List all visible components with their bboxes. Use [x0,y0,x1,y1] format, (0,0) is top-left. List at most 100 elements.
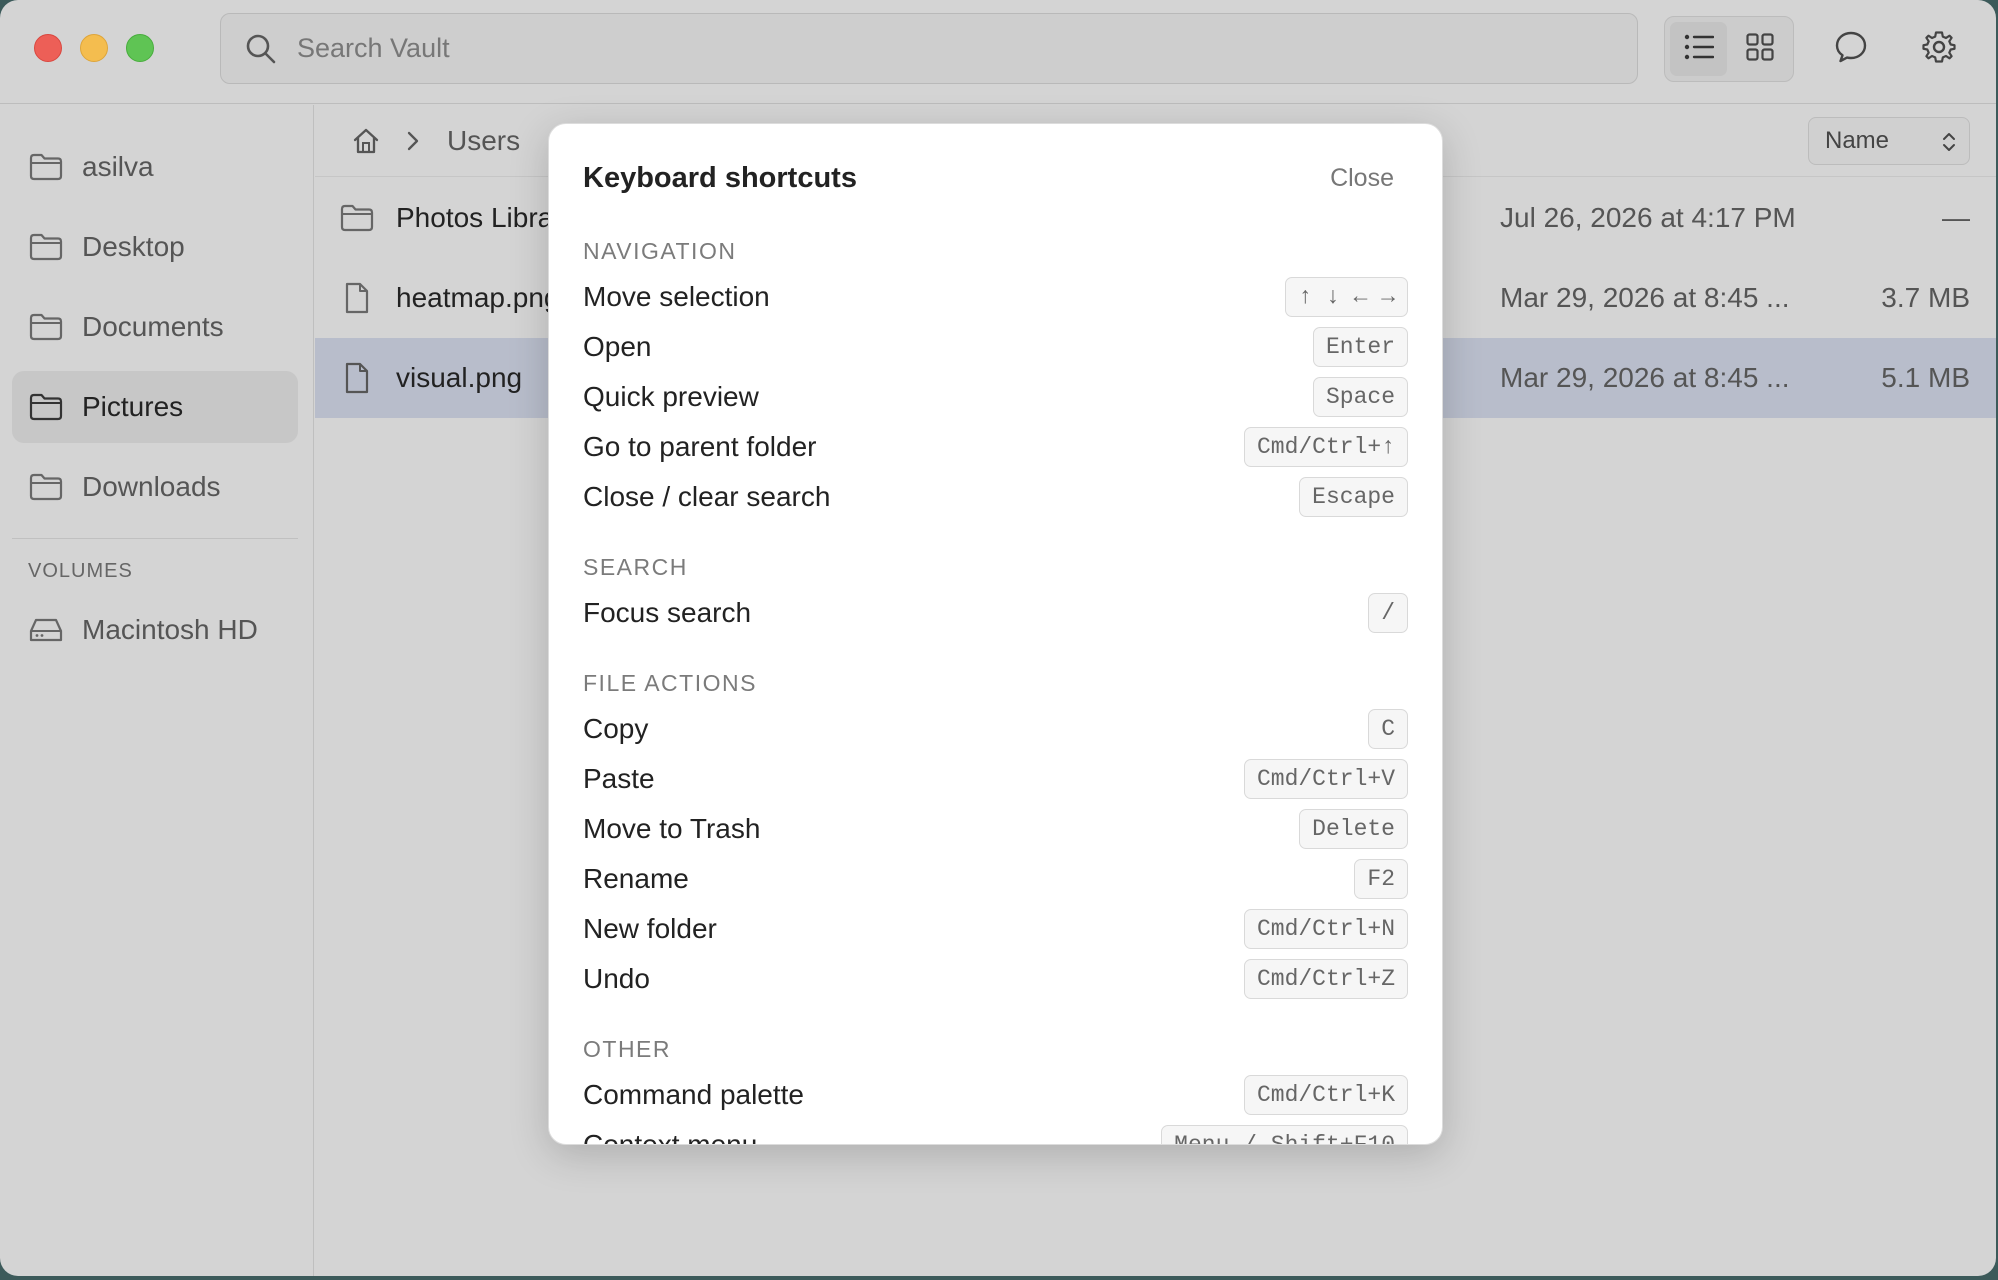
shortcut-label: Quick preview [583,381,759,412]
shortcut-row: Undo Cmd/Ctrl+Z [583,957,1408,1001]
folder-icon [28,389,64,425]
shortcut-keys: Space [1312,377,1408,417]
shortcut-keys: Escape [1299,477,1408,517]
shortcut-row: Close / clear search Escape [583,475,1408,519]
shortcut-keys: Cmd/Ctrl+V [1243,759,1408,799]
search-icon [243,31,279,67]
chat-bubble-icon [1834,30,1868,69]
shortcut-row: New folder Cmd/Ctrl+N [583,907,1408,951]
shortcut-keys: Cmd/Ctrl+N [1243,909,1408,949]
shortcut-row: Open Enter [583,325,1408,369]
shortcut-row: Command palette Cmd/Ctrl+K [583,1073,1408,1117]
keyboard-shortcuts-dialog: Keyboard shortcuts Close NAVIGATION Move… [548,123,1443,1145]
sidebar-item-label: Pictures [82,391,184,422]
file-date: Mar 29, 2026 at 8:45 ... [1500,362,1790,393]
sidebar-item-label: Documents [82,311,224,342]
shortcut-label: Move to Trash [583,813,761,844]
shortcut-row: Context menu Menu / Shift+F10 [583,1123,1408,1145]
shortcut-row: Focus search / [583,591,1408,635]
folder-icon [28,469,64,505]
sidebar-divider [12,538,298,539]
shortcut-keys: ↑ ↓ ← → [1285,277,1408,317]
search-bar[interactable] [220,13,1638,84]
sort-select-value: Name [1825,127,1890,154]
file-name: heatmap.png [396,282,560,313]
sidebar-item-label: Macintosh HD [82,614,258,645]
shortcut-label: Paste [583,763,655,794]
folder-icon [339,200,375,236]
folder-icon [28,149,64,185]
shortcut-keys: F2 [1354,859,1408,899]
sidebar-item-label: asilva [82,151,154,182]
file-size: 5.1 MB [1881,362,1970,393]
view-mode-switch [1664,16,1794,82]
grid-view-button[interactable] [1731,22,1788,76]
gear-icon [1922,30,1956,69]
shortcut-row: Go to parent folder Cmd/Ctrl+↑ [583,425,1408,469]
shortcut-keys: Cmd/Ctrl+Z [1243,959,1408,999]
shortcut-label: Move selection [583,281,770,312]
settings-button[interactable] [1916,26,1962,72]
shortcut-label: Context menu [583,1129,758,1145]
sidebar-item-downloads[interactable]: Downloads [12,451,298,523]
shortcut-label: Go to parent folder [583,431,817,462]
shortcut-row: Copy C [583,707,1408,751]
zoom-window-button[interactable] [126,34,154,62]
shortcut-keys: / [1368,593,1408,633]
shortcut-label: Close / clear search [583,481,831,512]
minimize-window-button[interactable] [80,34,108,62]
sidebar-item-pictures[interactable]: Pictures [12,371,298,443]
breadcrumb-segment-users[interactable]: Users [447,125,520,157]
file-icon [339,360,375,396]
shortcut-row: Rename F2 [583,857,1408,901]
chevron-right-icon [401,129,425,153]
chevron-up-down-icon [1941,129,1957,162]
search-input[interactable] [297,33,1597,64]
section-heading-file-actions: FILE ACTIONS [583,670,757,696]
section-heading-search: SEARCH [583,554,688,580]
close-button[interactable]: Close [1330,164,1394,193]
sort-select[interactable]: Name [1808,117,1970,165]
sidebar-item-desktop[interactable]: Desktop [12,211,298,283]
file-name: visual.png [396,362,523,393]
shortcut-row: Paste Cmd/Ctrl+V [583,757,1408,801]
shortcut-keys: Delete [1299,809,1408,849]
shortcut-row: Move selection ↑ ↓ ← → [583,275,1408,319]
shortcut-row: Move to Trash Delete [583,807,1408,851]
sidebar-item-label: Downloads [82,471,221,502]
sidebar-item-documents[interactable]: Documents [12,291,298,363]
shortcut-label: Open [583,331,652,362]
list-view-button[interactable] [1670,22,1727,76]
shortcut-keys: Menu / Shift+F10 [1161,1125,1408,1144]
shortcut-keys: Cmd/Ctrl+↑ [1243,427,1408,467]
file-date: Mar 29, 2026 at 8:45 ... [1500,282,1790,313]
file-icon [339,280,375,316]
chat-button[interactable] [1828,26,1874,72]
shortcut-label: Rename [583,863,689,894]
sidebar-item-macintosh-hd[interactable]: Macintosh HD [12,594,298,666]
folder-icon [28,229,64,265]
app-window: asilva Desktop Documents Pictures Downlo… [0,0,1996,1276]
section-heading-other: OTHER [583,1036,671,1062]
toolbar [0,0,1996,104]
section-heading-navigation: NAVIGATION [583,238,737,264]
shortcut-keys: Enter [1312,327,1408,367]
sidebar-item-asilva[interactable]: asilva [12,131,298,203]
shortcut-keys: Cmd/Ctrl+K [1243,1075,1408,1115]
shortcut-label: New folder [583,913,717,944]
sidebar: asilva Desktop Documents Pictures Downlo… [0,105,314,1276]
dialog-title: Keyboard shortcuts [583,162,857,194]
home-icon[interactable] [349,124,383,158]
shortcut-keys: C [1368,709,1408,749]
close-window-button[interactable] [34,34,62,62]
volumes-heading: VOLUMES [28,560,133,582]
drive-icon [28,612,64,648]
shortcut-label: Undo [583,963,650,994]
shortcut-label: Focus search [583,597,752,628]
list-icon [1684,34,1714,65]
shortcut-row: Quick preview Space [583,375,1408,419]
sidebar-item-label: Desktop [82,231,185,262]
grid-icon [1745,32,1774,66]
file-date: Jul 26, 2026 at 4:17 PM [1500,202,1796,233]
shortcut-label: Copy [583,713,649,744]
